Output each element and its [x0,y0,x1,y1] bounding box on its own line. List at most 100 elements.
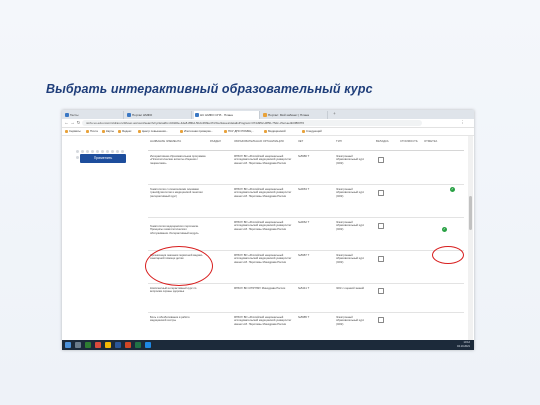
filter-panel: Применить [62,136,142,340]
course-name[interactable]: Гематология с клиническими основами тран… [150,188,206,198]
address-bar-row: ← → ↻ nmfo-vo.edu.rosminzdrav.ru/#/user-… [62,119,474,128]
browser-tab[interactable]: Портал: Мой кабинет | Плана [262,111,328,119]
edit-icon[interactable] [378,256,384,262]
apps-icon [65,129,68,133]
bookmark-item[interactable]: Следующий [302,129,322,134]
course-organization: ФГБОУ ВО «Российский национальный исслед… [234,221,292,231]
word-icon[interactable] [115,342,121,348]
browser-tab-active[interactable]: НС НМФО СПб · Плана [194,111,260,119]
column-header[interactable]: СТОИМОСТЬ [400,139,420,143]
map-icon [102,129,105,133]
column-header[interactable]: НАЗВАНИЕ ЭЛЕМЕНТА [150,139,181,143]
bookmark-item[interactable]: Яндекс [118,129,131,134]
course-name[interactable]: Интерактивная образовательная программа … [150,155,206,165]
forward-arrow-icon[interactable]: → [70,120,75,125]
edit-icon[interactable] [378,157,384,163]
table-row[interactable]: Гематология с клиническими основами тран… [148,185,464,218]
course-organization: ФГБОУ ВО «Российский национальный исслед… [234,188,292,198]
bookmark-item[interactable]: Центр повышения... [138,129,168,134]
table-row[interactable]: Комплексный интерактивный курс по вопрос… [148,284,464,313]
course-organization: ФГБОУ ВО «Российский национальный исслед… [234,316,292,326]
column-header[interactable]: ВКЛАДКА [376,139,396,143]
course-type: Электронный образовательный курс (ЭОК) [336,155,365,165]
yandex-icon [118,129,121,133]
course-organization: ФГБОУ ВО «Российский национальный исслед… [234,254,292,264]
browser-tab[interactable]: Портал НМФО [126,111,192,119]
tab-favicon-icon [263,113,267,117]
pagination-dots [76,140,126,153]
column-header[interactable]: РАЗДЕЛ [210,139,221,143]
windows-taskbar: 10:12 04.10.2021 [62,340,474,350]
edit-icon[interactable] [378,223,384,229]
reload-icon[interactable]: ↻ [76,120,81,125]
course-name[interactable]: Боль и обезболивание в работе медицинско… [150,316,206,323]
excel-icon[interactable] [135,342,141,348]
mail-icon [86,129,89,133]
course-name[interactable]: Комплексный интерактивный курс по вопрос… [150,287,206,294]
table-row[interactable]: Боль и обезболивание в работе медицинско… [148,313,464,340]
bookmark-item[interactable]: Карты [102,129,114,134]
apply-button[interactable]: Применить [80,154,126,163]
bookmark-icon [180,129,183,133]
column-header[interactable]: ОТМЕТКА [424,139,444,143]
course-code: №0062 Т [298,221,310,224]
bookmark-item[interactable]: Сервисы [65,129,81,134]
scrollbar-thumb[interactable] [469,196,472,230]
course-name[interactable]: Гематология медицинского персонала. Прин… [150,225,206,235]
bookmark-item[interactable]: Почта [86,129,98,134]
bookmark-icon [224,129,227,133]
course-type: Электронный образовательный курс (ЭОК) [336,254,365,264]
taskbar-clock[interactable]: 10:12 04.10.2021 [457,341,470,349]
browser-tab[interactable]: Тесты [64,111,124,119]
explorer-icon[interactable] [85,342,91,348]
menu-icon[interactable]: ⋮ [460,120,465,125]
start-icon[interactable] [65,342,71,348]
course-type: ЭОК с оценкой знаний [336,287,365,290]
check-icon[interactable]: ✓ [450,187,455,192]
course-code: №5987 Т [298,254,310,257]
url-input[interactable]: nmfo-vo.edu.rosminzdrav.ru/#/user-accoun… [82,120,422,126]
browser-tab-bar: Тесты Портал НМФО НС НМФО СПб · Плана По… [62,110,474,119]
column-header[interactable]: ТИП [336,139,342,143]
scrollbar[interactable] [468,136,473,340]
tab-favicon-icon [195,113,199,117]
courses-table: НАЗВАНИЕ ЭЛЕМЕНТА РАЗДЕЛ ОБРАЗОВАТЕЛЬНАЯ… [148,136,464,340]
column-header[interactable]: ОБРАЗОВАТЕЛЬНАЯ ОРГАНИЗАЦИЯ [234,139,284,143]
bookmark-item[interactable]: ПСУ ДПО РОМКЦ... [224,129,254,134]
search-icon[interactable] [75,342,81,348]
course-code: №5441 Т [298,287,310,290]
back-arrow-icon[interactable]: ← [64,120,69,125]
course-organization: ФГБОУ ВО СПбГПМУ Минздрава России [234,287,286,290]
course-type: Электронный образовательный курс (ЭОК) [336,188,365,198]
edit-icon[interactable] [378,317,384,323]
bookmarks-bar: Сервисы Почта Карты Яндекс Центр повышен… [62,128,474,136]
powerpoint-icon[interactable] [125,342,131,348]
edit-icon[interactable] [378,288,384,294]
course-code: №5985 Т [298,316,310,319]
bookmark-icon [138,129,141,133]
table-row-highlighted[interactable]: Гематология медицинского персонала. Прин… [148,218,464,251]
tab-favicon-icon [65,113,69,117]
folder-icon[interactable] [105,342,111,348]
course-code: №0063 Т [298,188,310,191]
table-header: НАЗВАНИЕ ЭЛЕМЕНТА РАЗДЕЛ ОБРАЗОВАТЕЛЬНАЯ… [148,138,464,151]
bookmark-icon [264,129,267,133]
clock-date: 04.10.2021 [457,345,470,348]
highlight-oval-course [145,246,213,286]
check-icon[interactable]: ✓ [442,227,447,232]
page-content: Применить НАЗВАНИЕ ЭЛЕМЕНТА РАЗДЕЛ ОБРАЗ… [62,136,474,340]
course-type: Электронный образовательный курс (ЭОК) [336,316,365,326]
column-header[interactable]: ЗЕТ [298,139,303,143]
bookmark-item[interactable]: Медицинский [264,129,286,134]
bookmark-item[interactable]: Ипотечная проверка... [180,129,213,134]
app-icon[interactable] [145,342,151,348]
course-type: Электронный образовательный курс (ЭОК) [336,221,365,231]
pagination-dots [76,146,126,159]
table-row[interactable]: Интерактивная образовательная программа … [148,152,464,185]
course-organization: ФГБОУ ВО «Российский национальный исслед… [234,155,292,165]
highlight-oval-select [432,246,464,264]
new-tab-icon[interactable]: + [332,111,337,116]
edit-icon[interactable] [378,190,384,196]
tab-favicon-icon [127,113,131,117]
browser-icon[interactable] [95,342,101,348]
